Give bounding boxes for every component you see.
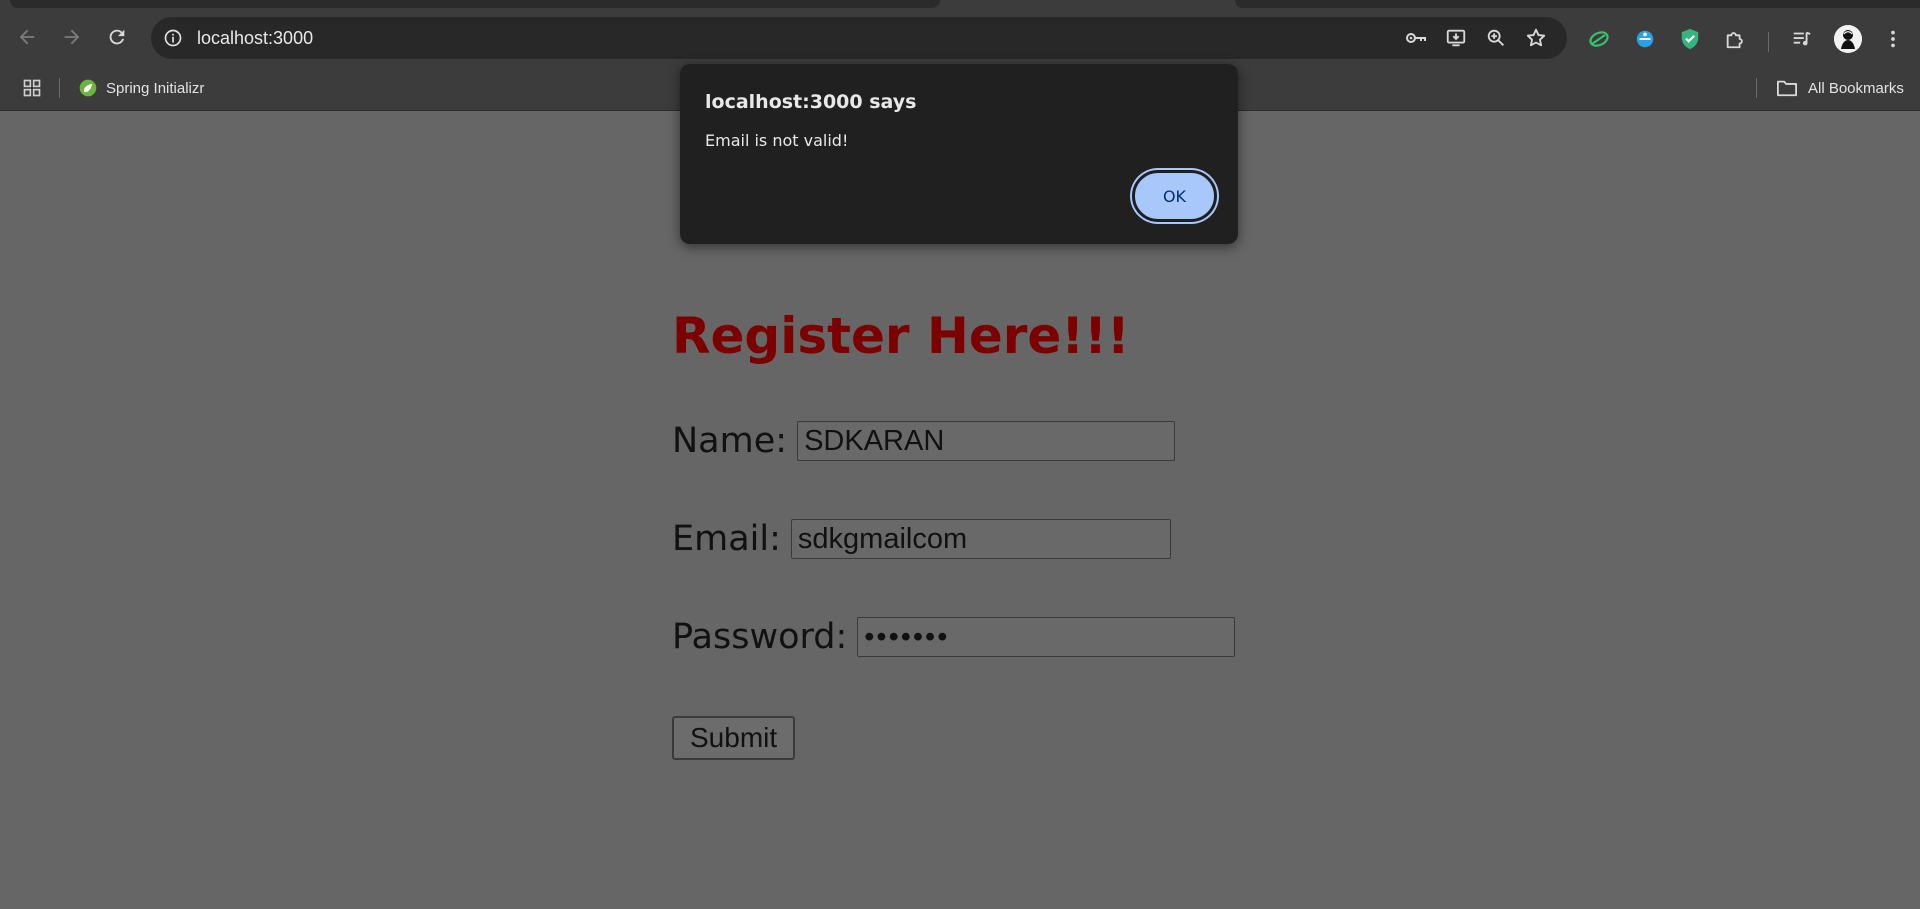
arrow-right-icon[interactable]	[58, 23, 86, 51]
browser-tab[interactable]	[1235, 0, 1920, 8]
folder-icon	[1776, 78, 1798, 98]
info-icon[interactable]	[161, 26, 185, 50]
dialog-message: Email is not valid!	[705, 131, 849, 150]
leaf-extension-icon[interactable]	[1586, 26, 1612, 52]
address-bar[interactable]: localhost:3000	[151, 17, 1567, 59]
toolbar-separator	[1768, 32, 1769, 52]
spring-leaf-icon	[78, 78, 98, 98]
all-bookmarks-button[interactable]: All Bookmarks	[1776, 66, 1904, 110]
puzzle-icon[interactable]	[1722, 26, 1748, 52]
password-row: Password:	[672, 617, 1236, 657]
browser-toolbar: localhost:3000	[0, 9, 1920, 66]
kebab-menu-icon[interactable]	[1880, 26, 1906, 52]
name-row: Name:	[672, 421, 1176, 461]
tab-strip	[0, 0, 1920, 9]
name-label: Name:	[672, 421, 788, 461]
submit-button[interactable]: Submit	[672, 716, 796, 760]
profile-avatar[interactable]	[1834, 25, 1862, 53]
key-icon[interactable]	[1404, 26, 1428, 50]
media-queue-icon[interactable]	[1789, 26, 1815, 52]
email-label: Email:	[672, 519, 781, 559]
url-text[interactable]: localhost:3000	[197, 17, 313, 59]
bookmark-spring-initializr[interactable]: Spring Initializr	[78, 66, 204, 110]
blue-extension-icon[interactable]	[1632, 26, 1658, 52]
name-input[interactable]	[797, 421, 1176, 461]
email-row: Email:	[672, 519, 1171, 559]
install-app-icon[interactable]	[1444, 26, 1468, 50]
reload-icon[interactable]	[103, 23, 131, 51]
browser-tab[interactable]	[10, 0, 940, 8]
dialog-title: localhost:3000 says	[705, 91, 917, 113]
ok-button[interactable]: OK	[1132, 170, 1217, 222]
bookmarks-separator	[1756, 78, 1757, 98]
bookmark-label: Spring Initializr	[106, 79, 205, 97]
bookmarks-separator	[59, 78, 60, 98]
page-title: Register Here!!!	[672, 307, 1130, 365]
zoom-icon[interactable]	[1484, 26, 1508, 50]
arrow-left-icon[interactable]	[13, 23, 41, 51]
star-icon[interactable]	[1524, 26, 1548, 50]
all-bookmarks-label: All Bookmarks	[1808, 79, 1904, 97]
shield-extension-icon[interactable]	[1677, 26, 1703, 52]
email-input[interactable]	[790, 519, 1171, 559]
password-input[interactable]	[857, 617, 1236, 657]
alert-dialog: localhost:3000 says Email is not valid! …	[680, 64, 1238, 244]
password-label: Password:	[672, 617, 848, 657]
apps-grid-icon[interactable]	[20, 76, 44, 100]
